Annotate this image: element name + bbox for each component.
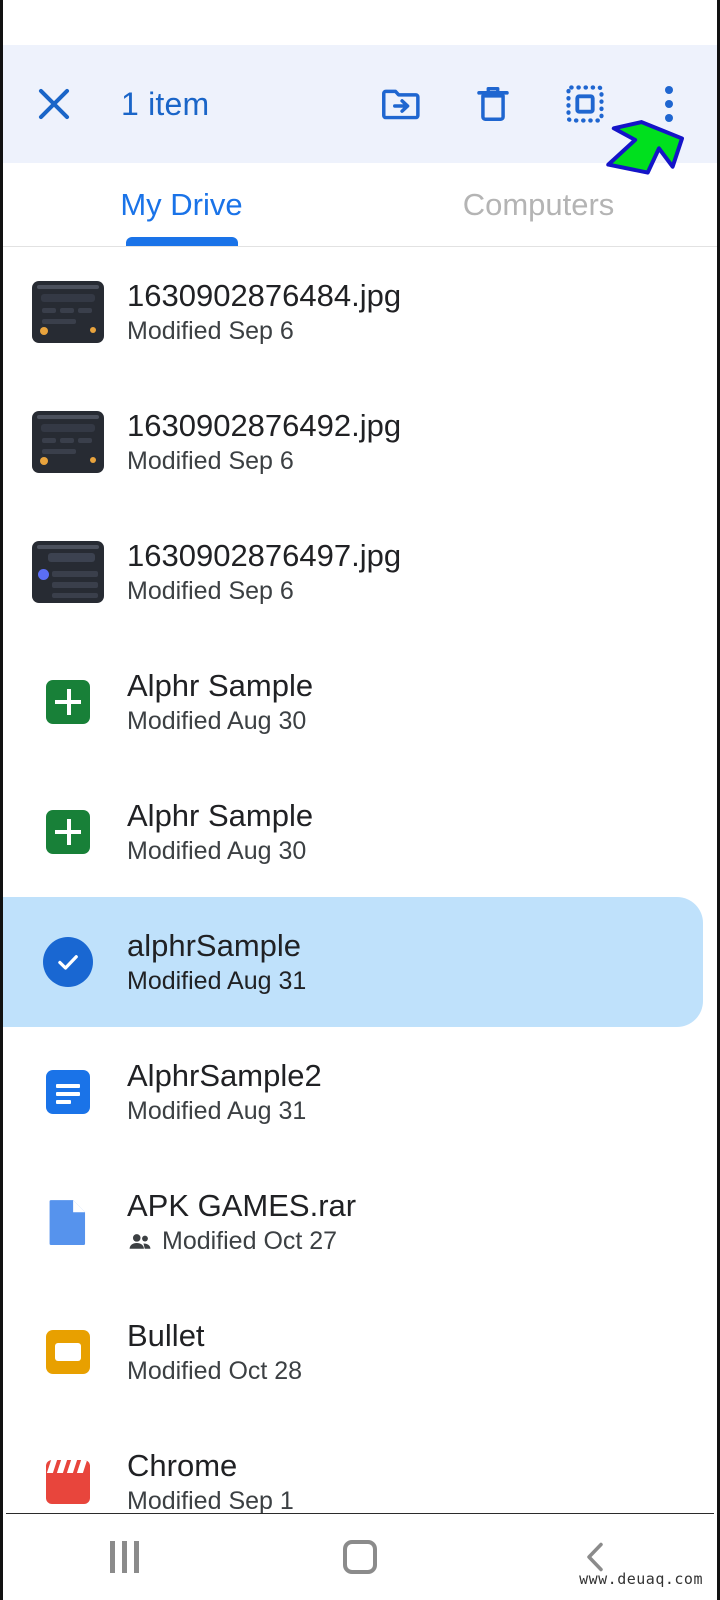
close-icon (31, 80, 77, 128)
file-info: 1630902876492.jpg Modified Sep 6 (127, 408, 401, 476)
drive-tabs: My Drive Computers (3, 163, 717, 247)
file-modified: Modified Oct 28 (127, 1357, 302, 1386)
move-to-folder-button[interactable] (379, 82, 423, 126)
file-name: 1630902876497.jpg (127, 538, 401, 574)
select-all-button[interactable] (563, 82, 607, 126)
file-modified: Modified Sep 1 (127, 1487, 294, 1516)
file-thumbnail (25, 541, 111, 603)
tab-my-drive[interactable]: My Drive (3, 163, 360, 246)
file-type-icon-wrap (25, 1460, 111, 1504)
dot (665, 86, 673, 94)
file-thumbnail (25, 281, 111, 343)
file-info: Chrome Modified Sep 1 (127, 1448, 294, 1516)
trash-icon (471, 80, 515, 128)
phone-screen: 1 item (0, 0, 720, 1600)
file-meta: Modified Oct 27 (127, 1227, 356, 1256)
list-item[interactable]: Alphr Sample Modified Aug 30 (3, 637, 717, 767)
google-sheets-icon (46, 810, 90, 854)
file-name: AlphrSample2 (127, 1058, 322, 1094)
file-modified: Modified Aug 31 (127, 967, 306, 996)
list-item[interactable]: Bullet Modified Oct 28 (3, 1287, 717, 1417)
generic-file-icon (46, 1197, 90, 1247)
image-thumbnail-icon (32, 281, 104, 343)
list-item[interactable]: AlphrSample2 Modified Aug 31 (3, 1027, 717, 1157)
folder-move-icon (379, 80, 423, 128)
file-type-icon-wrap (25, 1070, 111, 1114)
file-info: 1630902876484.jpg Modified Sep 6 (127, 278, 401, 346)
tab-my-drive-label: My Drive (120, 187, 242, 223)
file-meta: Modified Sep 1 (127, 1487, 294, 1516)
file-meta: Modified Sep 6 (127, 317, 401, 346)
delete-button[interactable] (471, 82, 515, 126)
file-name: Chrome (127, 1448, 294, 1484)
file-modified: Modified Sep 6 (127, 577, 294, 606)
file-modified: Modified Aug 30 (127, 707, 306, 736)
google-docs-icon (46, 1070, 90, 1114)
video-file-icon (46, 1460, 90, 1504)
file-meta: Modified Oct 28 (127, 1357, 302, 1386)
file-type-icon-wrap (25, 680, 111, 724)
list-item[interactable]: 1630902876492.jpg Modified Sep 6 (3, 377, 717, 507)
google-slides-icon (46, 1330, 90, 1374)
dot (665, 114, 673, 122)
list-item[interactable]: Alphr Sample Modified Aug 30 (3, 767, 717, 897)
file-modified: Modified Aug 31 (127, 1097, 306, 1126)
file-meta: Modified Sep 6 (127, 447, 401, 476)
file-thumbnail (25, 411, 111, 473)
file-name: 1630902876484.jpg (127, 278, 401, 314)
check-icon (53, 947, 83, 977)
status-bar (3, 0, 717, 45)
list-item[interactable]: 1630902876497.jpg Modified Sep 6 (3, 507, 717, 637)
file-meta: Modified Aug 31 (127, 967, 306, 996)
dot (665, 100, 673, 108)
file-info: alphrSample Modified Aug 31 (127, 928, 306, 996)
home-button[interactable] (305, 1527, 415, 1587)
file-name: 1630902876492.jpg (127, 408, 401, 444)
file-name: Bullet (127, 1318, 302, 1354)
list-item[interactable]: APK GAMES.rar Modified Oct 27 (3, 1157, 717, 1287)
file-info: APK GAMES.rar Modified Oct 27 (127, 1188, 356, 1256)
file-info: Bullet Modified Oct 28 (127, 1318, 302, 1386)
file-meta: Modified Aug 31 (127, 1097, 322, 1126)
file-type-icon-wrap (25, 1330, 111, 1374)
check-circle-icon (43, 937, 93, 987)
selection-action-bar: 1 item (3, 45, 717, 163)
shared-people-icon (127, 1229, 153, 1255)
close-selection-button[interactable] (31, 81, 77, 127)
home-icon (343, 1540, 377, 1574)
more-options-button[interactable] (655, 82, 683, 126)
file-name: alphrSample (127, 928, 306, 964)
file-list: 1630902876484.jpg Modified Sep 6 163 (3, 247, 717, 1600)
file-type-icon-wrap (25, 1197, 111, 1247)
file-info: AlphrSample2 Modified Aug 31 (127, 1058, 322, 1126)
file-modified: Modified Sep 6 (127, 447, 294, 476)
site-watermark: www.deuaq.com (579, 1570, 703, 1588)
list-item-selected[interactable]: alphrSample Modified Aug 31 (3, 897, 703, 1027)
file-meta: Modified Aug 30 (127, 837, 313, 866)
recents-icon (110, 1541, 139, 1573)
file-type-icon-wrap (25, 810, 111, 854)
file-info: 1630902876497.jpg Modified Sep 6 (127, 538, 401, 606)
tab-computers[interactable]: Computers (360, 163, 717, 246)
file-meta: Modified Sep 6 (127, 577, 401, 606)
select-all-icon (563, 80, 607, 128)
file-name: Alphr Sample (127, 798, 313, 834)
list-item[interactable]: 1630902876484.jpg Modified Sep 6 (3, 247, 717, 377)
file-name: Alphr Sample (127, 668, 313, 704)
action-buttons-group (379, 82, 693, 126)
file-modified: Modified Aug 30 (127, 837, 306, 866)
tab-computers-label: Computers (463, 187, 615, 223)
recents-button[interactable] (69, 1527, 179, 1587)
file-name: APK GAMES.rar (127, 1188, 356, 1224)
file-modified: Modified Sep 6 (127, 317, 294, 346)
file-meta: Modified Aug 30 (127, 707, 313, 736)
file-info: Alphr Sample Modified Aug 30 (127, 798, 313, 866)
file-modified: Modified Oct 27 (162, 1227, 337, 1256)
file-info: Alphr Sample Modified Aug 30 (127, 668, 313, 736)
image-thumbnail-icon (32, 541, 104, 603)
selection-count-label: 1 item (121, 86, 209, 123)
selection-checkbox[interactable] (25, 937, 111, 987)
image-thumbnail-icon (32, 411, 104, 473)
google-sheets-icon (46, 680, 90, 724)
